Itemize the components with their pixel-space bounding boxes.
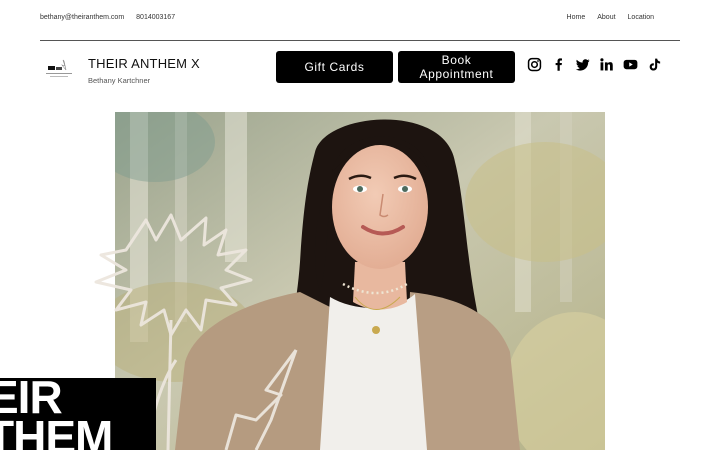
wordmark-line-2: THEM	[0, 411, 113, 450]
gift-cards-button[interactable]: Gift Cards	[276, 51, 393, 83]
linkedin-icon[interactable]	[598, 56, 615, 73]
their-anthem-wordmark-overlay: EIR THEM	[0, 378, 156, 450]
nav-about[interactable]: About	[597, 14, 615, 21]
header-divider	[40, 40, 680, 41]
nav-location[interactable]: Location	[628, 14, 654, 21]
brand-logo[interactable]	[44, 56, 74, 82]
social-links	[526, 56, 663, 73]
book-appointment-button[interactable]: Book Appointment	[398, 51, 515, 83]
top-bar: bethany@theiranthem.com 8014003167 Home …	[40, 14, 680, 26]
facebook-icon[interactable]	[550, 56, 567, 73]
tiktok-icon[interactable]	[646, 56, 663, 73]
contact-phone[interactable]: 8014003167	[136, 14, 175, 21]
brand-title[interactable]: THEIR ANTHEM X	[88, 56, 200, 71]
instagram-icon[interactable]	[526, 56, 543, 73]
twitter-icon[interactable]	[574, 56, 591, 73]
brand: THEIR ANTHEM X Bethany Kartchner	[44, 56, 200, 85]
contact-email[interactable]: bethany@theiranthem.com	[40, 14, 124, 21]
contact-info: bethany@theiranthem.com 8014003167	[40, 14, 175, 21]
nav-home[interactable]: Home	[567, 14, 586, 21]
brand-subtitle: Bethany Kartchner	[88, 76, 151, 85]
top-nav: Home About Location	[567, 14, 654, 21]
youtube-icon[interactable]	[622, 56, 639, 73]
